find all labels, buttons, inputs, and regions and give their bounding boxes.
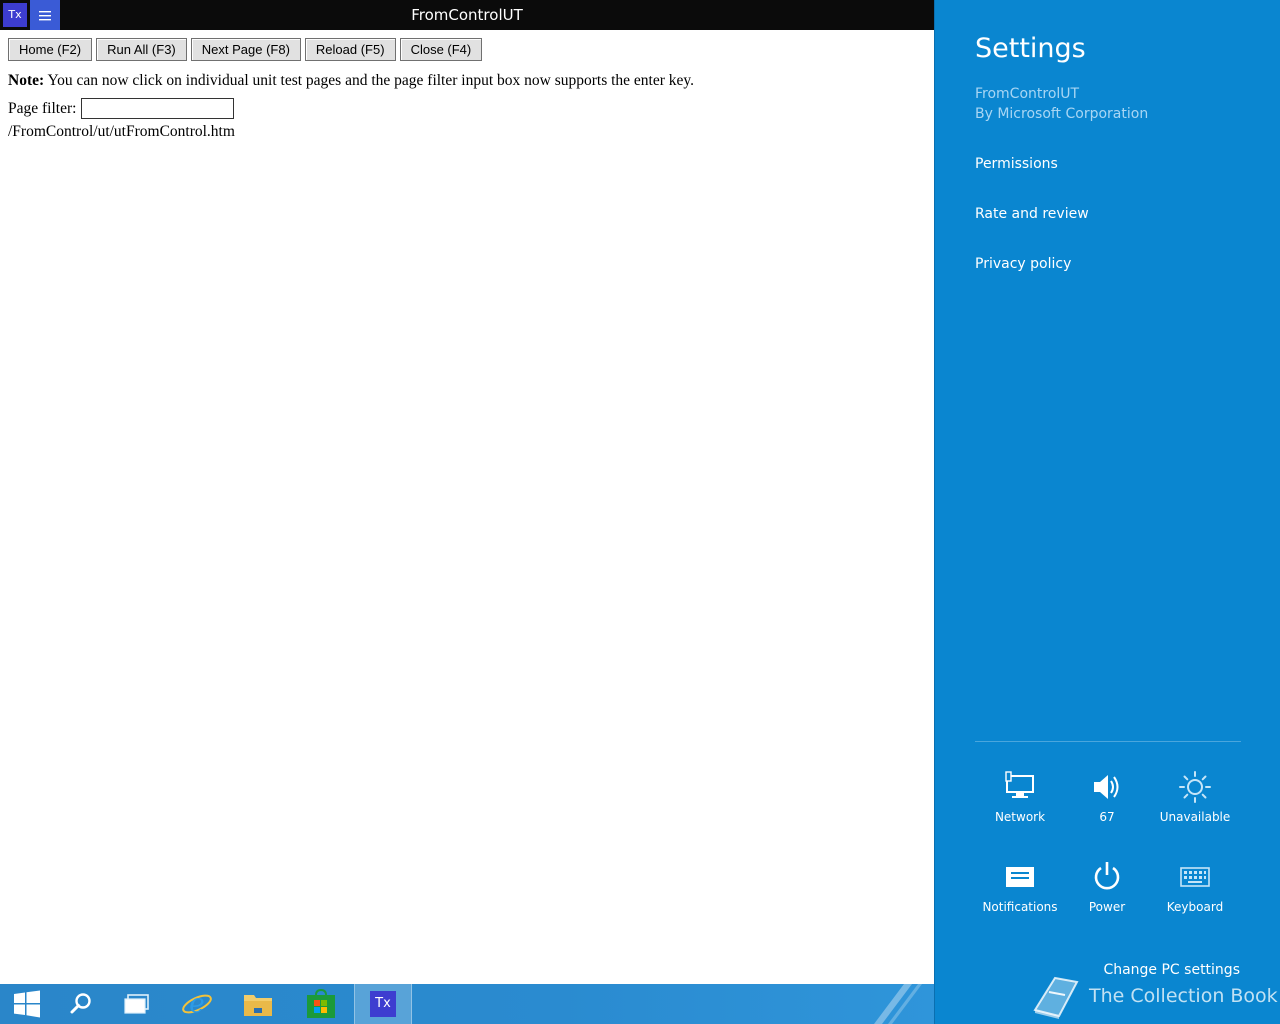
task-view-icon [124, 994, 149, 1014]
active-app-taskbar-button[interactable]: Tx [354, 984, 412, 1024]
book-icon [1033, 976, 1079, 1019]
power-label: Power [1088, 900, 1126, 914]
search-icon [70, 993, 91, 1014]
reload-button[interactable]: Reload (F5) [304, 38, 396, 61]
title-bar: Tx FromControlUT [0, 0, 934, 30]
brightness-label: Unavailable [1159, 810, 1231, 824]
app-name: FromControlUT [975, 86, 1080, 102]
close-button[interactable]: Close (F4) [399, 38, 483, 61]
next-page-button[interactable]: Next Page (F8) [190, 38, 301, 61]
settings-title: Settings [975, 33, 1086, 64]
notifications-label: Notifications [982, 900, 1058, 914]
start-button[interactable] [0, 984, 54, 1024]
note-body: You can now click on individual unit tes… [44, 72, 695, 89]
unit-test-page-link[interactable]: /FromControl/ut/utFromControl.htm [8, 123, 235, 141]
task-view-button[interactable] [110, 984, 164, 1024]
volume-tile[interactable]: 67 [1062, 770, 1152, 824]
volume-icon [1094, 775, 1119, 799]
permissions-link[interactable]: Permissions [975, 156, 1058, 172]
app-content: Home (F2) Run All (F3) Next Page (F8) Re… [0, 30, 934, 984]
app-taskbar-icon: Tx [370, 991, 396, 1017]
file-explorer-button[interactable] [231, 984, 285, 1024]
power-icon [1094, 862, 1120, 890]
brightness-icon [1179, 771, 1211, 803]
watermark: The Collection Book [1029, 972, 1278, 1020]
run-all-button[interactable]: Run All (F3) [96, 38, 187, 61]
toolbar: Home (F2) Run All (F3) Next Page (F8) Re… [8, 38, 483, 61]
page-filter-input[interactable] [81, 98, 235, 119]
taskbar: e Tx [0, 984, 934, 1024]
watermark-text: The Collection Book [1089, 985, 1278, 1007]
search-button[interactable] [54, 984, 108, 1024]
store-icon [307, 989, 335, 1018]
note-text: Note: You can now click on individual un… [8, 72, 694, 90]
settings-charm: Settings FromControlUT By Microsoft Corp… [934, 0, 1280, 1024]
home-button[interactable]: Home (F2) [8, 38, 93, 61]
page-filter-label: Page filter: [8, 99, 77, 117]
keyboard-label: Keyboard [1166, 900, 1224, 914]
svg-text:e: e [189, 989, 204, 1019]
store-button[interactable] [294, 984, 348, 1024]
start-icon [14, 990, 40, 1018]
keyboard-tile[interactable]: Keyboard [1150, 860, 1240, 914]
internet-explorer-icon: e [182, 989, 212, 1019]
network-tile[interactable]: Network [975, 770, 1065, 824]
network-icon [1005, 771, 1034, 798]
volume-label: 67 [1099, 810, 1115, 824]
notifications-tile[interactable]: Notifications [975, 860, 1065, 914]
app-publisher: By Microsoft Corporation [975, 106, 1149, 122]
brightness-tile[interactable]: Unavailable [1150, 770, 1240, 824]
internet-explorer-button[interactable]: e [170, 984, 224, 1024]
taskbar-decoration [874, 984, 922, 1024]
rate-and-review-link[interactable]: Rate and review [975, 206, 1089, 222]
network-label: Network [994, 810, 1046, 824]
notifications-icon [1006, 867, 1034, 887]
page-filter-row: Page filter: [8, 98, 235, 119]
power-tile[interactable]: Power [1062, 860, 1152, 914]
window-title: FromControlUT [411, 6, 523, 24]
privacy-policy-link[interactable]: Privacy policy [975, 256, 1071, 272]
keyboard-icon [1180, 867, 1210, 887]
note-label: Note: [8, 72, 45, 89]
charm-divider [975, 741, 1241, 742]
file-explorer-icon [244, 995, 272, 1016]
